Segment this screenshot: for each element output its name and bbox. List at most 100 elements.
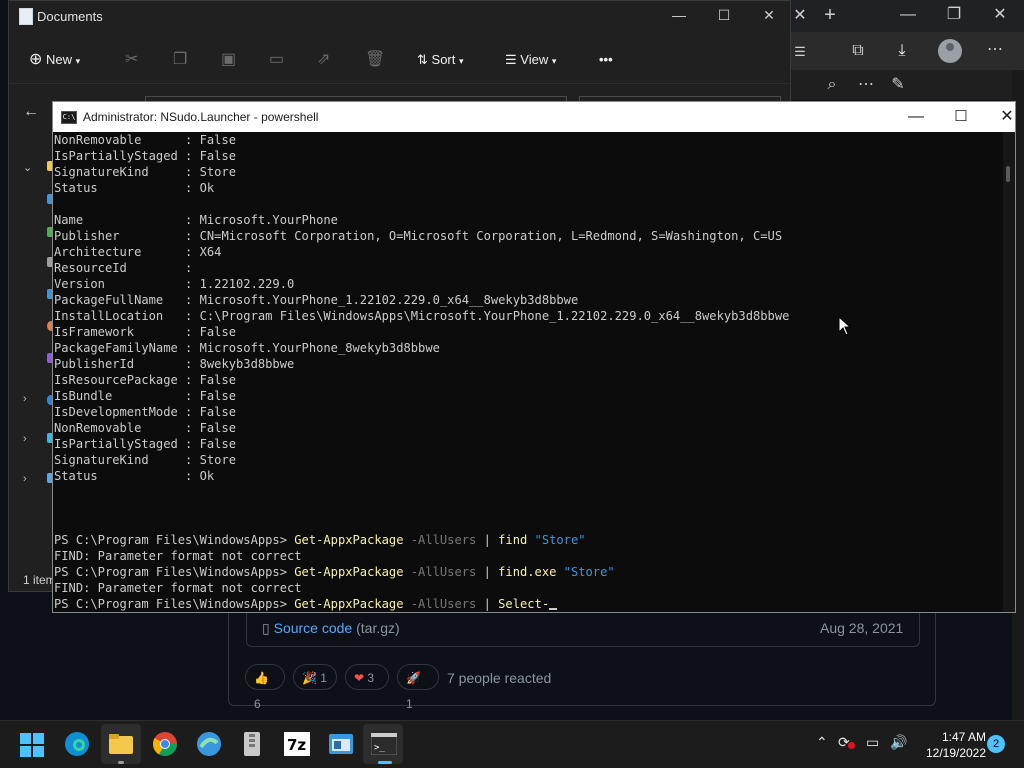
console-output-line: IsResourcePackage : False	[54, 373, 237, 387]
search-icon[interactable]: ⌕	[820, 75, 844, 95]
explorer-close-button[interactable]: ✕	[749, 7, 789, 24]
console-scrollbar-thumb[interactable]	[1006, 166, 1010, 182]
view-icon: ☰	[505, 52, 517, 67]
cmdlet-text: find.exe	[498, 565, 557, 579]
menu-icon[interactable]: ☰	[788, 42, 812, 62]
source-code-link[interactable]: ▯ Source code (tar.gz)	[262, 620, 400, 637]
notification-badge[interactable]: 2	[987, 735, 1005, 753]
view-button[interactable]: ☰ View ▾	[505, 51, 556, 70]
volume-icon[interactable]: 🔊	[890, 734, 907, 751]
prompt-text: PS C:\Program Files\WindowsApps>	[54, 565, 295, 579]
console-output-line: IsPartiallyStaged : False	[54, 437, 237, 451]
prompt-text: PS C:\Program Files\WindowsApps>	[54, 533, 295, 547]
minimize-icon[interactable]: —	[896, 5, 920, 25]
ps-maximize-button[interactable]: ☐	[938, 106, 984, 128]
console-output-line: NonRemovable : False	[54, 133, 237, 147]
powershell-titlebar[interactable]: C:\ Administrator: NSudo.Launcher - powe…	[53, 102, 1015, 132]
close-icon[interactable]: ✕	[988, 5, 1012, 25]
reaction-heart[interactable]: ❤ 3	[345, 664, 389, 690]
documents-folder-icon	[19, 8, 33, 25]
console-output-line: IsFramework : False	[54, 325, 237, 339]
svg-text:7z: 7z	[287, 736, 306, 754]
console-output-line: PackageFullName : Microsoft.YourPhone_1.…	[54, 293, 579, 307]
string-text: "Store"	[556, 565, 615, 579]
new-tab-icon[interactable]: +	[818, 5, 842, 25]
download-icon[interactable]: ⤓	[890, 41, 914, 61]
close-tab-icon[interactable]: ✕	[788, 6, 812, 26]
console-output-line: FIND: Parameter format not correct	[54, 581, 302, 595]
sync-icon[interactable]: ⟳	[838, 734, 855, 751]
chrome-icon[interactable]	[152, 731, 180, 759]
reaction-rocket[interactable]: 🚀 1	[397, 664, 439, 711]
start-button[interactable]	[20, 733, 48, 761]
cmdlet-text: find	[498, 533, 528, 547]
delete-icon[interactable]: 🗑	[365, 49, 385, 69]
console-output-line: SignatureKind : Store	[54, 165, 237, 179]
paste-icon[interactable]: ▣	[221, 49, 236, 69]
chevron-right-icon[interactable]: ›	[23, 473, 27, 485]
more-options-icon[interactable]: ⋯	[983, 40, 1007, 60]
ps-close-button[interactable]: ✕	[984, 106, 1024, 128]
console-output-line: FIND: Parameter format not correct	[54, 549, 302, 563]
console-output-line: NonRemovable : False	[54, 421, 237, 435]
share-icon[interactable]: ⇗	[317, 49, 330, 69]
explorer-minimize-button[interactable]: —	[659, 7, 699, 23]
edge-icon[interactable]	[64, 731, 92, 759]
string-text: "Store"	[527, 533, 586, 547]
active-indicator	[378, 761, 392, 764]
archive-icon[interactable]	[240, 731, 268, 759]
console-output-line	[54, 500, 1002, 516]
pin-icon[interactable]: ✎	[886, 75, 910, 95]
console-output-line: SignatureKind : Store	[54, 453, 237, 467]
console-output-line: Version : 1.22102.229.0	[54, 277, 295, 291]
cmdlet-text: Get-AppxPackage	[294, 565, 404, 579]
console-output-line: Status : Ok	[54, 181, 215, 195]
terminal-icon[interactable]: >_	[370, 732, 399, 761]
parameter-text: -AllUsers	[403, 533, 477, 547]
chevron-up-icon[interactable]: ⌃	[816, 734, 828, 751]
console-output-line: PackageFamilyName : Microsoft.YourPhone_…	[54, 341, 440, 355]
console-output-line	[54, 196, 1002, 212]
new-button[interactable]: ⊕ New ▾	[29, 51, 80, 70]
clock-time[interactable]: 1:47 AM	[936, 730, 992, 744]
remote-desktop-icon[interactable]	[196, 731, 224, 759]
reaction-hooray[interactable]: 🎉 1	[293, 664, 337, 690]
powershell-window[interactable]: C:\ Administrator: NSudo.Launcher - powe…	[52, 101, 1016, 613]
pipe-text: |	[476, 597, 499, 611]
reaction-thumbs-up[interactable]: 👍 6	[245, 664, 285, 711]
collections-icon[interactable]: ⧉	[846, 41, 870, 61]
chevron-right-icon[interactable]: ›	[23, 433, 27, 445]
cmdlet-text: Select-	[498, 597, 550, 611]
console-output[interactable]: NonRemovable : False IsPartiallyStaged : …	[53, 132, 1002, 612]
console-command-line: PS C:\Program Files\WindowsApps> Get-App…	[54, 596, 1002, 612]
cmdlet-text: Get-AppxPackage	[294, 597, 404, 611]
network-status-icon[interactable]: ▭	[866, 734, 879, 751]
console-scrollbar[interactable]	[1003, 132, 1015, 612]
clock-date[interactable]: 12/19/2022	[920, 746, 992, 760]
explorer-maximize-button[interactable]: ☐	[704, 7, 744, 24]
console-command-line: PS C:\Program Files\WindowsApps> Get-App…	[54, 564, 1002, 580]
more-icon[interactable]: ⋯	[854, 75, 878, 95]
7zip-icon[interactable]: 7z	[284, 732, 312, 760]
sort-button[interactable]: ⇅ Sort ▾	[417, 51, 464, 70]
chevron-down-icon[interactable]: ⌄	[23, 161, 32, 174]
profile-avatar[interactable]	[938, 39, 962, 63]
reactions-summary: 7 people reacted	[447, 670, 552, 686]
copy-icon[interactable]: ❐	[173, 49, 187, 69]
rename-icon[interactable]: ▭	[269, 49, 284, 69]
chevron-down-icon: ▾	[459, 56, 464, 66]
ps-minimize-button[interactable]: —	[893, 106, 939, 128]
browser-toolbar: ☰ ⧉ ⤓ ⋯	[790, 32, 1024, 70]
source-code-date: Aug 28, 2021	[820, 620, 904, 636]
file-explorer-icon[interactable]	[108, 732, 136, 760]
back-arrow-icon[interactable]: ←	[23, 103, 39, 121]
svg-text:>_: >_	[374, 743, 385, 753]
pipe-text: |	[476, 533, 499, 547]
app-window-icon[interactable]	[328, 732, 356, 760]
see-more-button[interactable]: •••	[599, 51, 613, 69]
cut-icon[interactable]: ✂	[125, 49, 138, 69]
console-output-line: Name : Microsoft.YourPhone	[54, 213, 338, 227]
restore-icon[interactable]: ❐	[942, 5, 966, 25]
chevron-right-icon[interactable]: ›	[23, 393, 27, 405]
parameter-text: -AllUsers	[403, 597, 477, 611]
